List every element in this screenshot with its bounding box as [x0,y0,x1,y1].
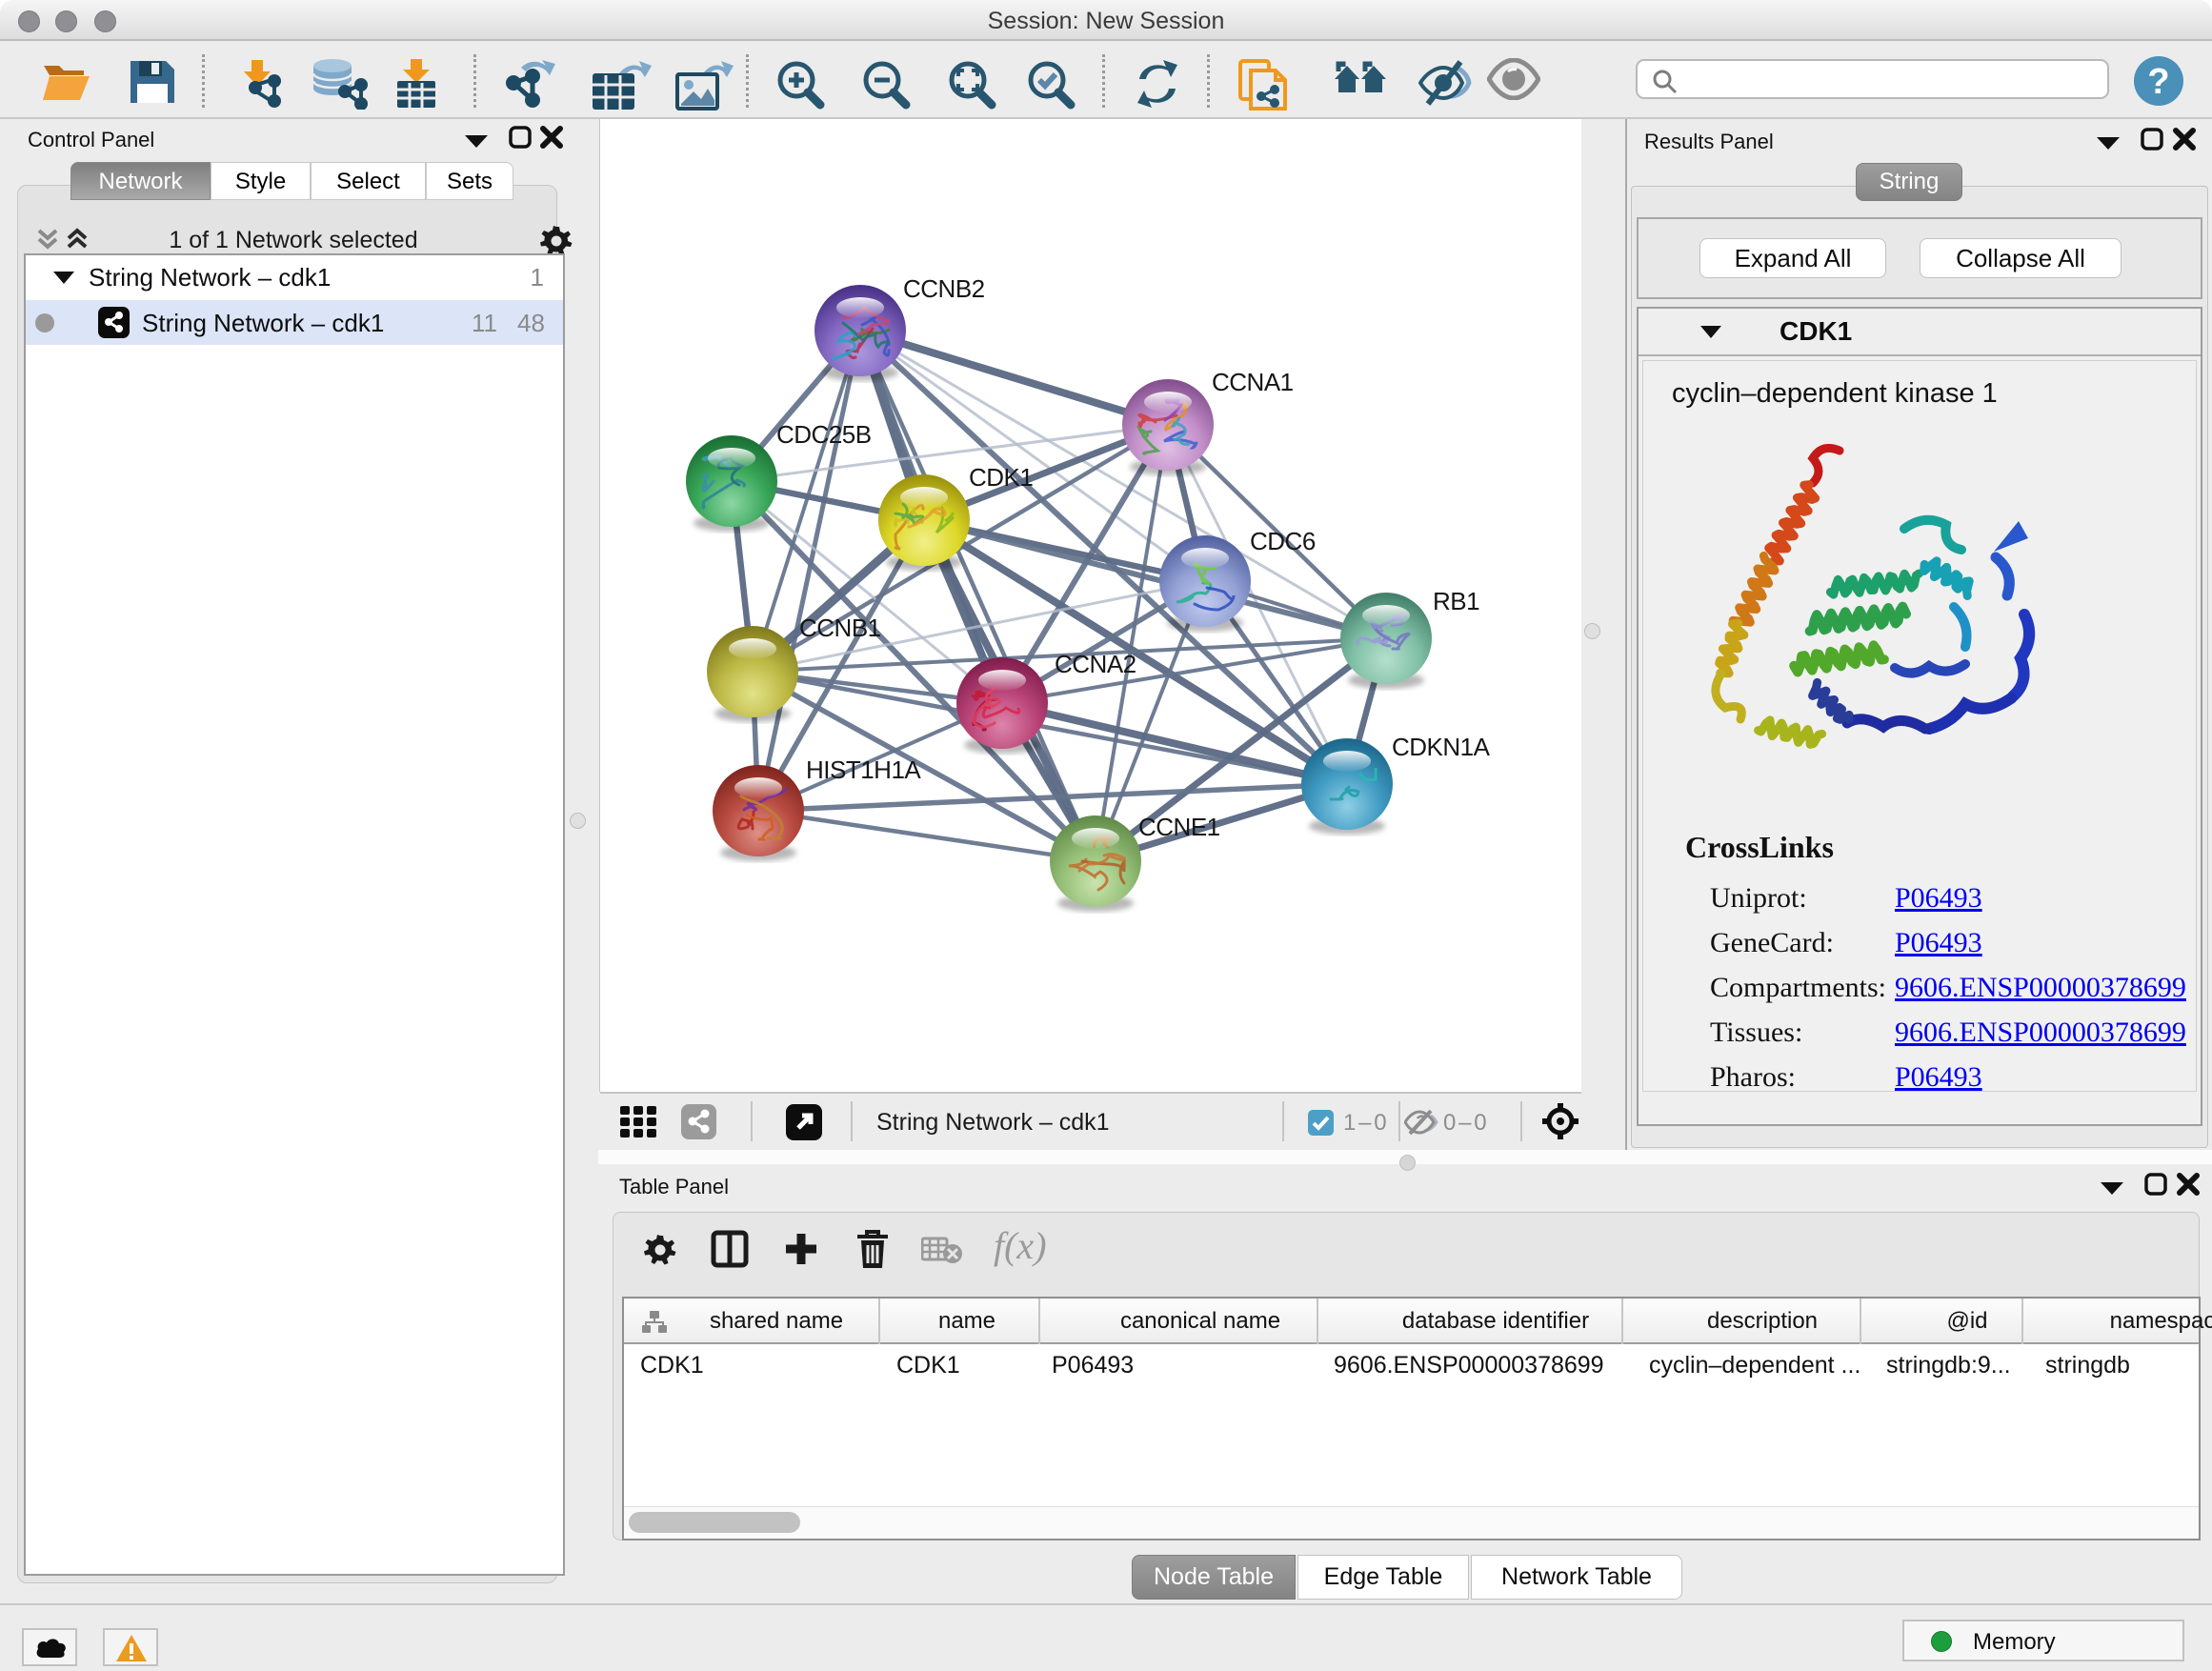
svg-text:HIST1H1A: HIST1H1A [806,755,921,784]
svg-text:RB1: RB1 [1433,587,1479,615]
svg-text:CDK1: CDK1 [969,463,1033,492]
svg-text:CDC6: CDC6 [1250,527,1316,555]
svg-text:CCNE1: CCNE1 [1138,813,1220,841]
svg-text:CDKN1A: CDKN1A [1392,733,1491,761]
svg-text:CCNB1: CCNB1 [799,614,881,642]
svg-text:CDC25B: CDC25B [776,420,872,449]
svg-text:?: ? [2147,62,2169,102]
svg-text:CCNB2: CCNB2 [903,274,985,303]
svg-text:CCNA1: CCNA1 [1212,368,1294,396]
svg-text:CCNA2: CCNA2 [1055,650,1136,678]
